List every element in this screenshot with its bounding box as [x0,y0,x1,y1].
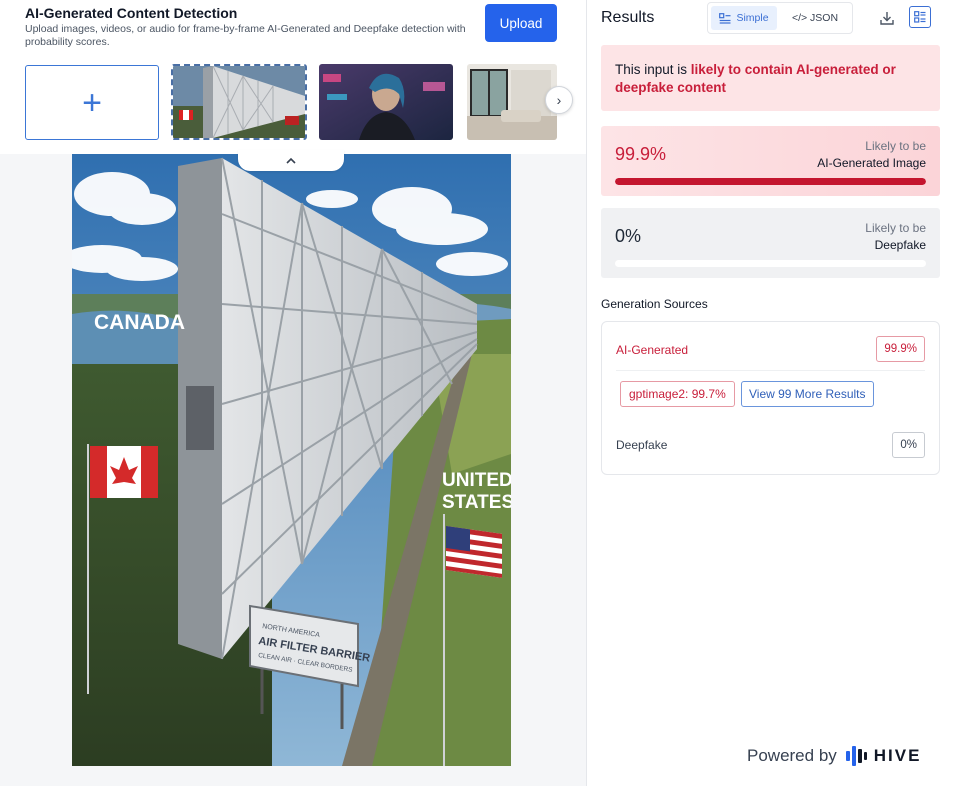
thumbnail-wall-border[interactable] [171,64,307,140]
hive-logo-icon [845,746,867,766]
ai-score-bar-fill [615,178,926,185]
view-json-label: </> JSON [791,12,839,24]
upload-header: AI-Generated Content Detection Upload im… [0,0,586,154]
plus-icon: + [82,83,102,122]
deepfake-score-label-top: Likely to be [865,221,926,235]
download-icon [880,12,894,25]
results-panel: Results Simple </> JSON This input is li… [586,0,960,786]
ai-generated-score-card: 99.9% Likely to be AI-Generated Image [601,126,940,196]
view-simple-button[interactable]: Simple [711,6,778,30]
thumbnail-cyber-woman[interactable] [319,64,453,140]
deepfake-score-card: 0% Likely to be Deepfake [601,208,940,278]
thumbnails-next-button[interactable]: › [545,86,573,114]
chevron-up-icon [286,157,296,164]
source-deepfake-badge: 0% [892,432,925,458]
deepfake-score-label: Likely to be Deepfake [865,220,926,254]
generation-sources-card: AI-Generated 99.9% gptimage2: 99.7% View… [601,321,940,475]
ai-score-label-top: Likely to be [865,139,926,153]
layout-toggle-button[interactable] [909,6,931,28]
ai-score-label-bottom: AI-Generated Image [817,156,926,170]
upload-panel: AI-Generated Content Detection Upload im… [0,0,586,786]
powered-by-label: Powered by [747,746,837,765]
model-result-chip: gptimage2: 99.7% [620,381,735,407]
chevron-right-icon: › [556,92,562,108]
brand-name: HIVE [873,746,922,765]
source-ai-label: AI-Generated [616,343,689,357]
verdict-banner: This input is likely to contain AI-gener… [601,45,940,111]
results-title: Results [601,9,655,26]
ai-score-label: Likely to be AI-Generated Image [817,138,926,172]
source-deepfake-label: Deepfake [616,438,668,452]
preview-label-states: STATES [442,492,511,513]
view-simple-label: Simple [736,12,769,24]
preview-label-united: UNITED [442,470,511,491]
deepfake-score-bar [615,260,926,267]
view-mode-toggle: Simple </> JSON [707,2,853,34]
deepfake-score-label-bottom: Deepfake [874,238,926,252]
download-button[interactable] [877,8,897,28]
page-description: Upload images, videos, or audio for fram… [25,23,466,48]
preview-label-canada: CANADA [94,311,185,334]
ai-score-value: 99.9% [615,144,667,164]
powered-by: Powered by HIVE [747,746,921,766]
view-more-results-button[interactable]: View 99 More Results [741,381,874,407]
upload-button[interactable]: Upload [485,4,557,42]
media-preview: CANADA UNITED STATES NORTH AMERICA AIR F… [72,154,511,766]
generation-sources-title: Generation Sources [601,297,708,311]
preview-image: CANADA UNITED STATES NORTH AMERICA AIR F… [72,154,511,766]
wall-border-thumbnail-image [173,66,305,138]
add-media-button[interactable]: + [25,65,159,140]
list-icon [719,12,731,24]
sources-divider [616,370,925,371]
verdict-prefix: This input is [615,62,691,77]
interior-room-thumbnail-image [467,64,557,140]
cyber-woman-thumbnail-image [319,64,453,140]
collapse-thumbnails-toggle[interactable] [238,150,344,171]
view-json-button[interactable]: </> JSON [781,6,849,30]
layout-list-icon [914,11,926,23]
deepfake-score-value: 0% [615,226,642,246]
ai-score-bar [615,178,926,185]
source-ai-badge: 99.9% [876,336,925,362]
thumbnail-interior-room[interactable] [467,64,557,140]
page-title: AI-Generated Content Detection [25,5,238,21]
